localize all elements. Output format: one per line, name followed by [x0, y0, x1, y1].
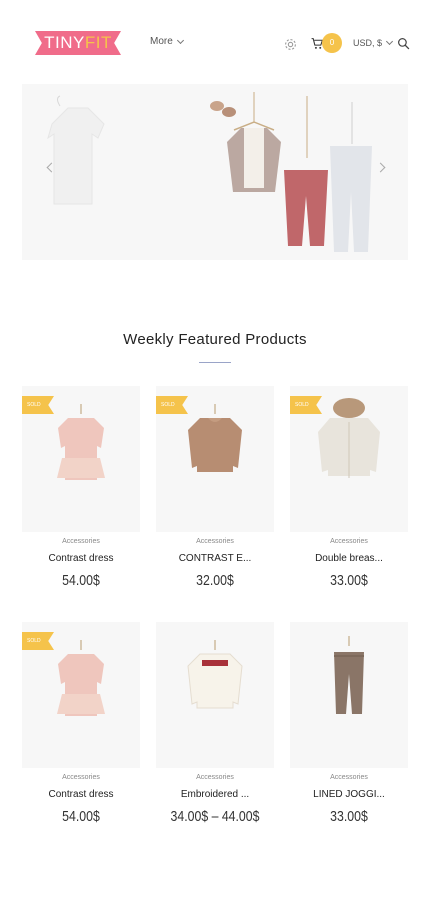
title-underline	[199, 362, 231, 363]
gear-icon[interactable]	[284, 38, 297, 51]
logo-text: TINYFIT	[35, 31, 121, 55]
product-category[interactable]: Accessories	[290, 538, 408, 545]
product-price: 54.00$	[62, 572, 100, 589]
product-category[interactable]: Accessories	[22, 774, 140, 781]
logo-tiny: TINY	[44, 33, 85, 52]
product-category[interactable]: Accessories	[156, 774, 274, 781]
product-name[interactable]: Contrast dress	[22, 553, 140, 564]
product-price: 33.00$	[330, 808, 368, 825]
product-name[interactable]: Embroidered ...	[156, 789, 274, 800]
site-header: TINYFIT More 0 USD, $	[0, 0, 430, 84]
cart-count-badge[interactable]: 0	[322, 33, 342, 53]
section-title: Weekly Featured Products	[123, 331, 307, 348]
product-image[interactable]: SOLD	[22, 386, 140, 532]
hero-banner	[22, 84, 408, 260]
product-category[interactable]: Accessories	[290, 774, 408, 781]
product-price: 54.00$	[62, 808, 100, 825]
search-icon[interactable]	[397, 37, 410, 50]
product-price: 34.00$ – 44.00$	[170, 808, 260, 825]
logo-fit: FIT	[84, 33, 112, 52]
product-name[interactable]: Double breas...	[290, 553, 408, 564]
product-image[interactable]: SOLD	[290, 386, 408, 532]
product-category[interactable]: Accessories	[22, 538, 140, 545]
chevron-down-icon	[176, 36, 184, 44]
product-price: 32.00$	[196, 572, 234, 589]
logo[interactable]: TINYFIT	[35, 31, 121, 55]
product-price: 33.00$	[330, 572, 368, 589]
more-menu[interactable]: More	[150, 36, 184, 47]
currency-selector[interactable]: USD, $	[353, 37, 394, 48]
product-category[interactable]: Accessories	[156, 538, 274, 545]
product-name[interactable]: Contrast dress	[22, 789, 140, 800]
hero-clothes-image	[47, 92, 372, 252]
product-image[interactable]	[156, 622, 274, 768]
product-image[interactable]: SOLD	[156, 386, 274, 532]
chevron-down-icon	[385, 37, 394, 46]
more-label: More	[150, 36, 173, 47]
joggers-image	[334, 636, 364, 714]
product-name[interactable]: LINED JOGGI...	[290, 789, 408, 800]
product-image[interactable]: SOLD	[22, 622, 140, 768]
product-name[interactable]: CONTRAST E...	[156, 553, 274, 564]
currency-label: USD, $	[353, 38, 383, 48]
product-image[interactable]	[290, 622, 408, 768]
embroidered-blouse-image	[187, 640, 243, 709]
